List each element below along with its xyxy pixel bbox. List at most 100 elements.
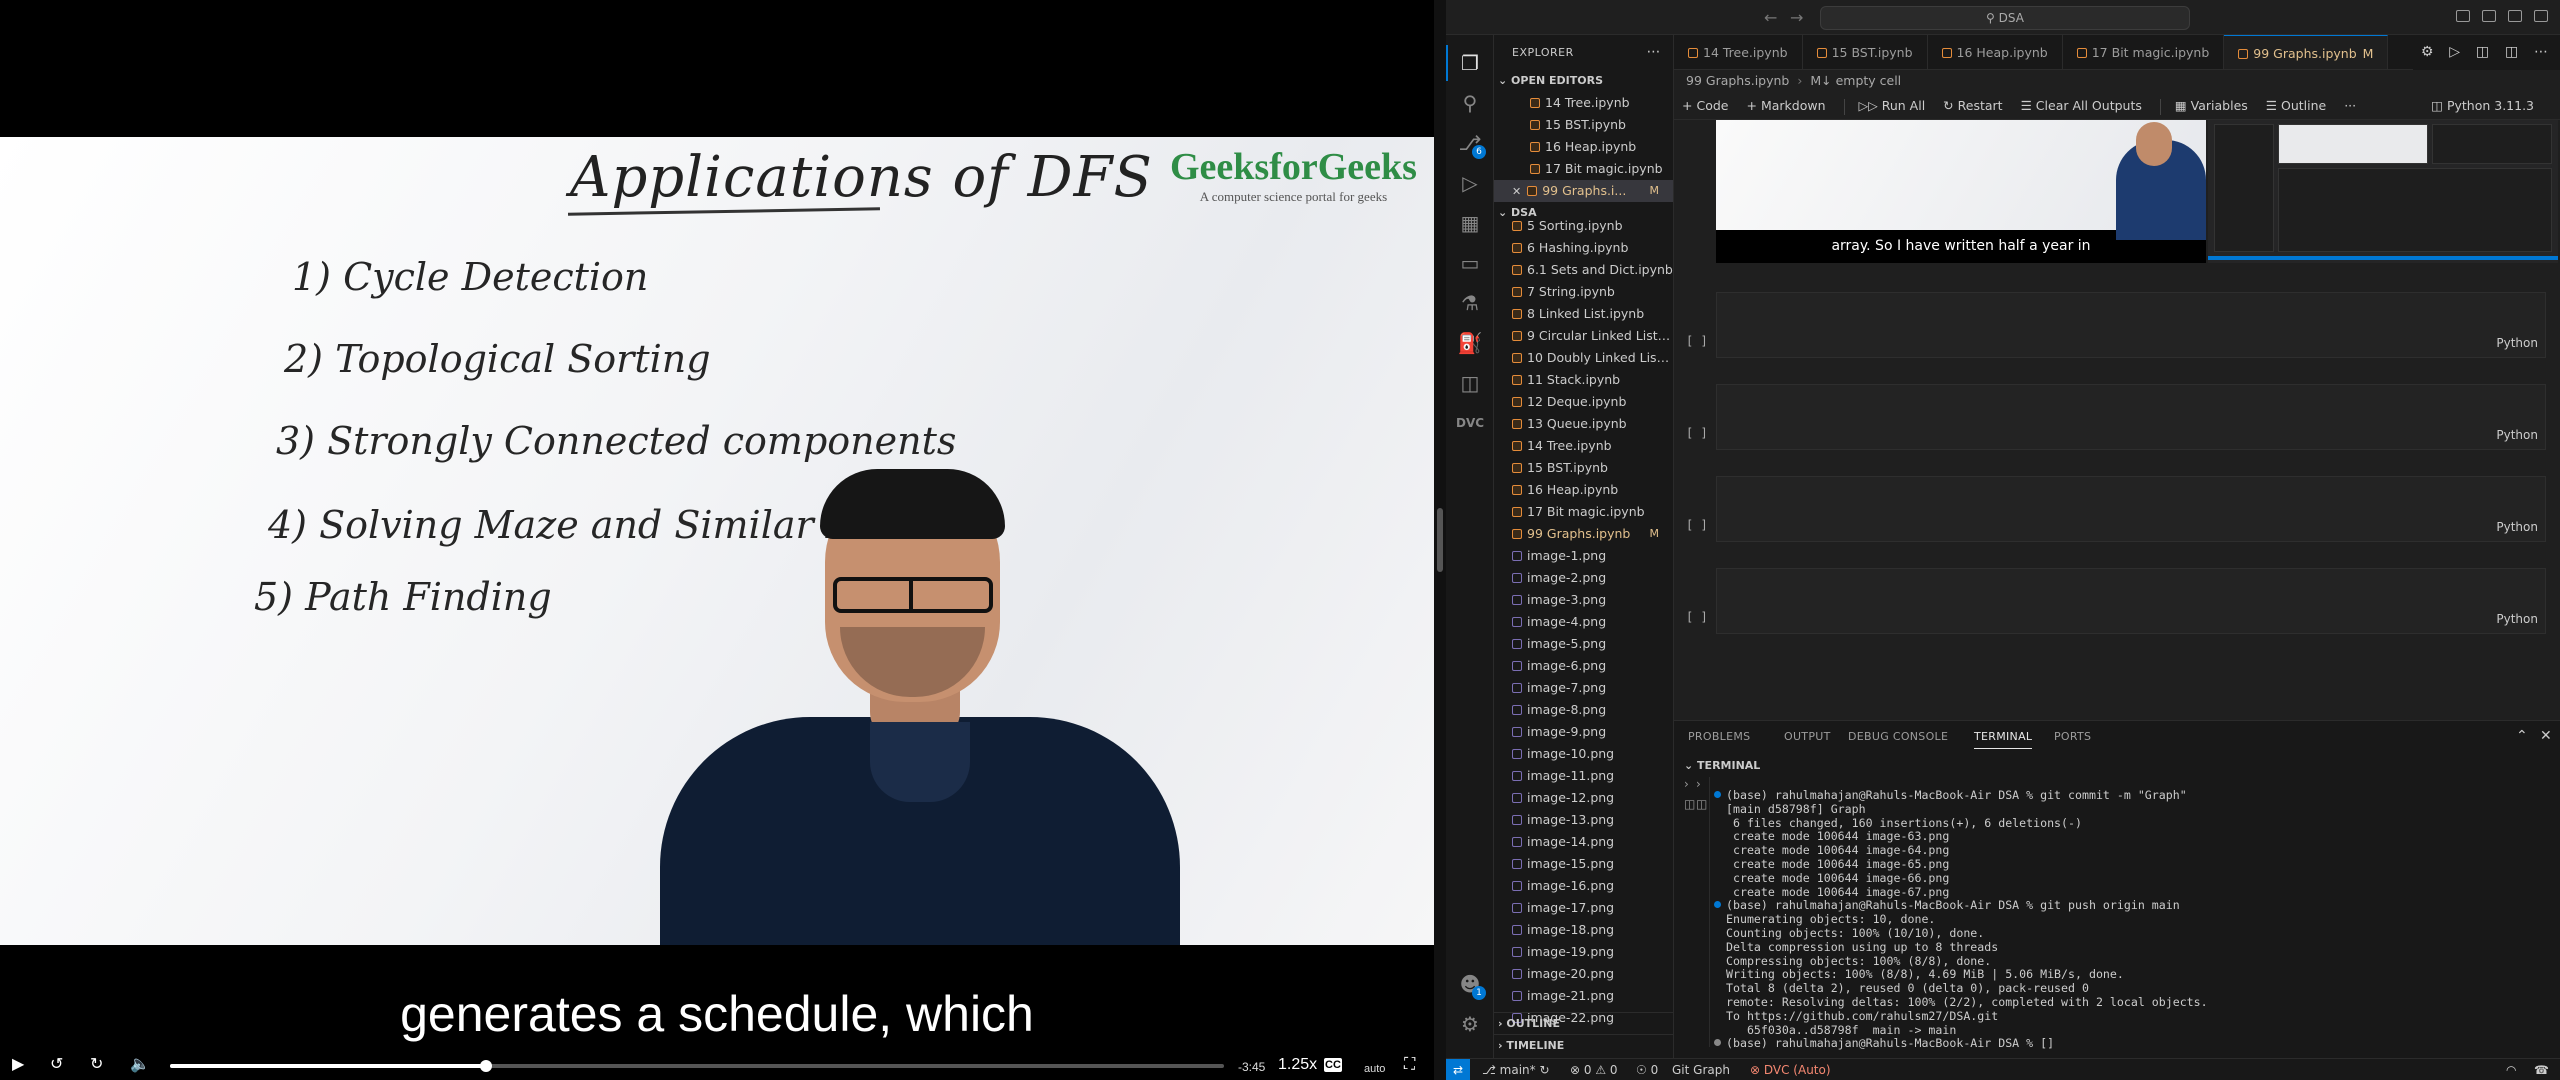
file-tree-item[interactable]: 10 Doubly Linked List....	[1494, 347, 1673, 369]
open-editor-item[interactable]: 15 BST.ipynb	[1494, 114, 1673, 136]
variables-button[interactable]: ▦ Variables	[2175, 92, 2248, 120]
code-cell-editor[interactable]	[1716, 568, 2546, 634]
jupyter-kernels-icon[interactable]: ◫	[1456, 369, 1484, 397]
terminal-chevron-icon[interactable]: ›	[1696, 777, 1701, 791]
file-tree-item[interactable]: 7 String.ipynb	[1494, 281, 1673, 303]
terminal-clear-icon[interactable]: ◫	[1696, 797, 1707, 811]
file-tree-item[interactable]: image-9.png	[1494, 721, 1673, 743]
file-tree-item[interactable]: image-8.png	[1494, 699, 1673, 721]
code-cell[interactable]: [ ] Python	[1686, 384, 2546, 450]
forward-icon[interactable]: ↻	[90, 1054, 103, 1076]
breadcrumb-cell[interactable]: M↓ empty cell	[1810, 73, 1901, 88]
clear-outputs-button[interactable]: ☰ Clear All Outputs	[2021, 92, 2142, 120]
settings-gear-icon[interactable]: ⚙	[1456, 1010, 1484, 1038]
file-tree-item[interactable]: 11 Stack.ipynb	[1494, 369, 1673, 391]
compare-icon[interactable]: ◫	[2476, 35, 2489, 70]
quality-button[interactable]: auto	[1364, 1058, 1385, 1080]
editor-tab[interactable]: 14 Tree.ipynb	[1674, 35, 1803, 69]
file-tree-item[interactable]: 9 Circular Linked List....	[1494, 325, 1673, 347]
file-tree-item[interactable]: image-20.png	[1494, 963, 1673, 985]
editor-tab[interactable]: 17 Bit magic.ipynb	[2063, 35, 2225, 69]
open-editor-item[interactable]: ✕ 99 Graphs.i... M	[1494, 180, 1673, 202]
fullscreen-icon[interactable]: ⛶	[1404, 1054, 1415, 1076]
terminal-header[interactable]: ⌄ TERMINAL	[1674, 755, 2560, 777]
open-editors-header[interactable]: ⌄ OPEN EDITORS	[1494, 70, 1673, 92]
ports-status[interactable]: ☉ 0	[1636, 1059, 1658, 1080]
panel-tab-output[interactable]: OUTPUT	[1784, 730, 1831, 743]
file-tree-item[interactable]: image-12.png	[1494, 787, 1673, 809]
video-frame[interactable]: Applications of DFS 1) Cycle Detection 2…	[0, 137, 1434, 945]
dvc-status[interactable]: ⊗ DVC (Auto)	[1750, 1059, 1831, 1080]
code-cell[interactable]: [ ] Python	[1686, 568, 2546, 634]
close-editor-icon[interactable]: ✕	[1512, 185, 1521, 198]
file-tree-item[interactable]: 99 Graphs.ipynb M	[1494, 523, 1673, 545]
run-icon[interactable]: ▷	[2449, 35, 2460, 70]
toggle-secondary-sidebar-icon[interactable]	[2508, 10, 2522, 22]
file-tree-item[interactable]: image-15.png	[1494, 853, 1673, 875]
terminal-trash-icon[interactable]: ◫	[1684, 797, 1695, 811]
file-tree-item[interactable]: 13 Queue.ipynb	[1494, 413, 1673, 435]
toggle-panel-icon[interactable]	[2482, 10, 2496, 22]
file-tree-item[interactable]: image-17.png	[1494, 897, 1673, 919]
seek-bar[interactable]	[170, 1060, 1224, 1072]
run-debug-icon[interactable]: ▷	[1456, 169, 1484, 197]
file-tree-item[interactable]: image-16.png	[1494, 875, 1673, 897]
panel-tab-debug-console[interactable]: DEBUG CONSOLE	[1848, 730, 1948, 743]
file-tree-item[interactable]: image-6.png	[1494, 655, 1673, 677]
file-tree-item[interactable]: 17 Bit magic.ipynb	[1494, 501, 1673, 523]
open-editor-item[interactable]: 16 Heap.ipynb	[1494, 136, 1673, 158]
branch-status[interactable]: ⎇ main* ↻	[1482, 1059, 1550, 1080]
run-all-button[interactable]: ▷▷ Run All	[1859, 92, 1926, 120]
rewind-icon[interactable]: ↺	[50, 1054, 63, 1076]
more-actions-icon[interactable]: ⋯	[2534, 35, 2548, 70]
video-player[interactable]: Applications of DFS 1) Cycle Detection 2…	[0, 0, 1434, 1080]
search-icon[interactable]: ⚲	[1456, 89, 1484, 117]
file-tree-item[interactable]: image-13.png	[1494, 809, 1673, 831]
cell-language-label[interactable]: Python	[2496, 428, 2538, 442]
panel-tab-ports[interactable]: PORTS	[2054, 730, 2091, 743]
playback-speed-button[interactable]: 1.25x	[1278, 1054, 1317, 1076]
code-cell-editor[interactable]	[1716, 384, 2546, 450]
file-tree-item[interactable]: image-1.png	[1494, 545, 1673, 567]
terminal-output[interactable]: (base) rahulmahajan@Rahuls-MacBook-Air D…	[1714, 789, 2544, 1051]
file-tree-item[interactable]: image-10.png	[1494, 743, 1673, 765]
cell-language-label[interactable]: Python	[2496, 520, 2538, 534]
file-tree-item[interactable]: image-7.png	[1494, 677, 1673, 699]
captions-button[interactable]: CC	[1324, 1058, 1342, 1072]
file-tree-item[interactable]: 8 Linked List.ipynb	[1494, 303, 1673, 325]
play-icon[interactable]: ▶	[12, 1054, 24, 1076]
cell-language-label[interactable]: Python	[2496, 336, 2538, 350]
panel-tab-problems[interactable]: PROBLEMS	[1688, 730, 1750, 743]
code-cell-editor[interactable]	[1716, 476, 2546, 542]
code-cell[interactable]: [ ] Python	[1686, 476, 2546, 542]
file-tree-item[interactable]: 12 Deque.ipynb	[1494, 391, 1673, 413]
testing-flask-icon[interactable]: ⚗	[1456, 289, 1484, 317]
panel-tab-terminal[interactable]: TERMINAL	[1974, 730, 2033, 749]
git-graph-status[interactable]: Git Graph	[1672, 1059, 1730, 1080]
command-decoration-icon[interactable]	[1714, 1039, 1721, 1047]
docker-icon[interactable]: ⛽	[1456, 329, 1484, 357]
extensions-icon[interactable]: ▦	[1456, 209, 1484, 237]
volume-icon[interactable]: 🔈	[130, 1054, 150, 1076]
command-decoration-icon[interactable]	[1714, 791, 1721, 798]
file-tree-item[interactable]: 16 Heap.ipynb	[1494, 479, 1673, 501]
file-tree-item[interactable]: image-3.png	[1494, 589, 1673, 611]
restart-kernel-button[interactable]: ↻ Restart	[1943, 92, 2002, 120]
file-tree-item[interactable]: image-5.png	[1494, 633, 1673, 655]
source-control-icon[interactable]: ⎇ 6	[1456, 129, 1486, 159]
dvc-icon[interactable]: DVC	[1456, 409, 1484, 437]
editor-tab[interactable]: 15 BST.ipynb	[1803, 35, 1928, 69]
seek-thumb[interactable]	[480, 1060, 493, 1072]
code-cell-editor[interactable]	[1716, 292, 2546, 358]
customize-layout-icon[interactable]	[2534, 10, 2548, 22]
split-resize-handle[interactable]	[1437, 508, 1443, 572]
outline-button[interactable]: ☰ Outline	[2266, 92, 2326, 120]
notebook-settings-icon[interactable]: ⚙	[2421, 35, 2434, 70]
breadcrumb-file[interactable]: 99 Graphs.ipynb	[1686, 73, 1789, 88]
file-tree-item[interactable]: image-11.png	[1494, 765, 1673, 787]
timeline-section-header[interactable]: › TIMELINE	[1494, 1034, 1673, 1056]
open-editor-item[interactable]: 17 Bit magic.ipynb	[1494, 158, 1673, 180]
add-markdown-cell-button[interactable]: + Markdown	[1746, 92, 1825, 120]
open-editor-item[interactable]: 14 Tree.ipynb	[1494, 92, 1673, 114]
add-code-cell-button[interactable]: + Code	[1682, 92, 1729, 120]
